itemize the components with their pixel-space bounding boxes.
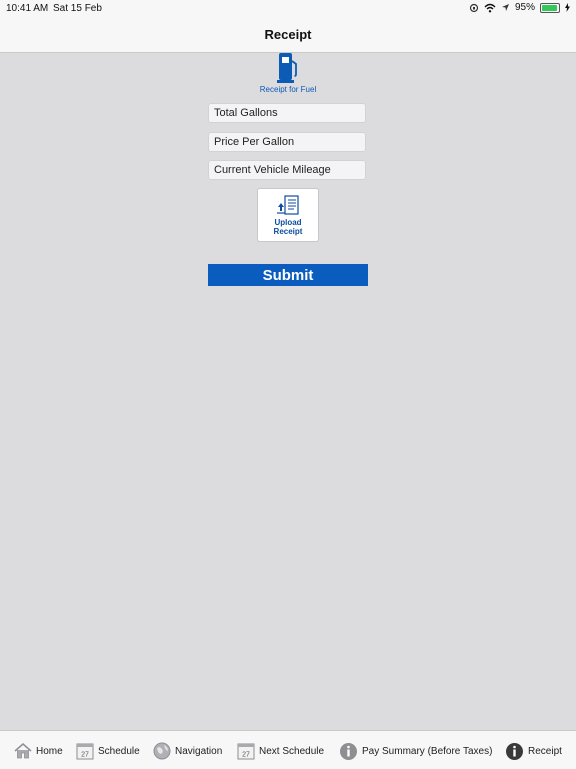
tab-pay-summary[interactable]: Pay Summary (Before Taxes) (339, 740, 492, 762)
tab-receipt[interactable]: Receipt (505, 740, 562, 762)
home-icon (14, 743, 32, 759)
location-icon (501, 4, 509, 11)
fuel-caption: Receipt for Fuel (259, 85, 317, 94)
navigation-bar: Receipt (0, 18, 576, 53)
upload-label-line2: Receipt (273, 227, 303, 236)
tab-bar: Home 27 Schedule Navigation 27 Next Sche… (0, 730, 576, 769)
wifi-icon (484, 3, 496, 12)
calendar-icon: 27 (76, 743, 94, 760)
fuel-receipt-header: Receipt for Fuel (258, 52, 318, 98)
tab-label: Pay Summary (Before Taxes) (362, 745, 493, 757)
vehicle-mileage-input[interactable] (208, 160, 366, 180)
calendar-day-text: 27 (81, 752, 89, 759)
info-icon (340, 742, 357, 760)
status-time: 10:41 AM (6, 3, 49, 14)
tab-label: Schedule (98, 745, 140, 757)
price-per-gallon-input[interactable] (208, 132, 366, 152)
tab-schedule[interactable]: 27 Schedule (76, 740, 140, 762)
battery-percent: 95% (514, 2, 535, 13)
rotation-lock-icon (469, 3, 479, 12)
upload-document-icon (277, 195, 299, 215)
charging-icon (565, 3, 570, 12)
status-right: 95% (469, 2, 570, 13)
battery-icon (540, 2, 560, 13)
tab-home[interactable]: Home (14, 740, 63, 762)
page-title: Receipt (264, 27, 312, 42)
tab-next-schedule[interactable]: 27 Next Schedule (237, 740, 324, 762)
status-bar: 10:41 AM Sat 15 Feb 95% (0, 0, 576, 18)
tab-label: Next Schedule (259, 745, 325, 757)
total-gallons-input[interactable] (208, 103, 366, 123)
tab-navigation[interactable]: Navigation (153, 740, 222, 762)
calendar-icon: 27 (237, 743, 255, 760)
tab-label: Home (36, 745, 63, 757)
tab-label: Navigation (175, 745, 223, 757)
upload-receipt-button[interactable]: Upload Receipt (257, 188, 319, 242)
status-date: Sat 15 Feb (53, 3, 102, 14)
globe-icon (153, 742, 171, 760)
calendar-day-text: 27 (242, 752, 250, 759)
info-icon (506, 742, 523, 760)
submit-button[interactable]: Submit (208, 264, 368, 286)
tab-label: Receipt (528, 745, 562, 757)
upload-label-line1: Upload (274, 218, 302, 227)
fuel-pump-icon (277, 53, 297, 83)
